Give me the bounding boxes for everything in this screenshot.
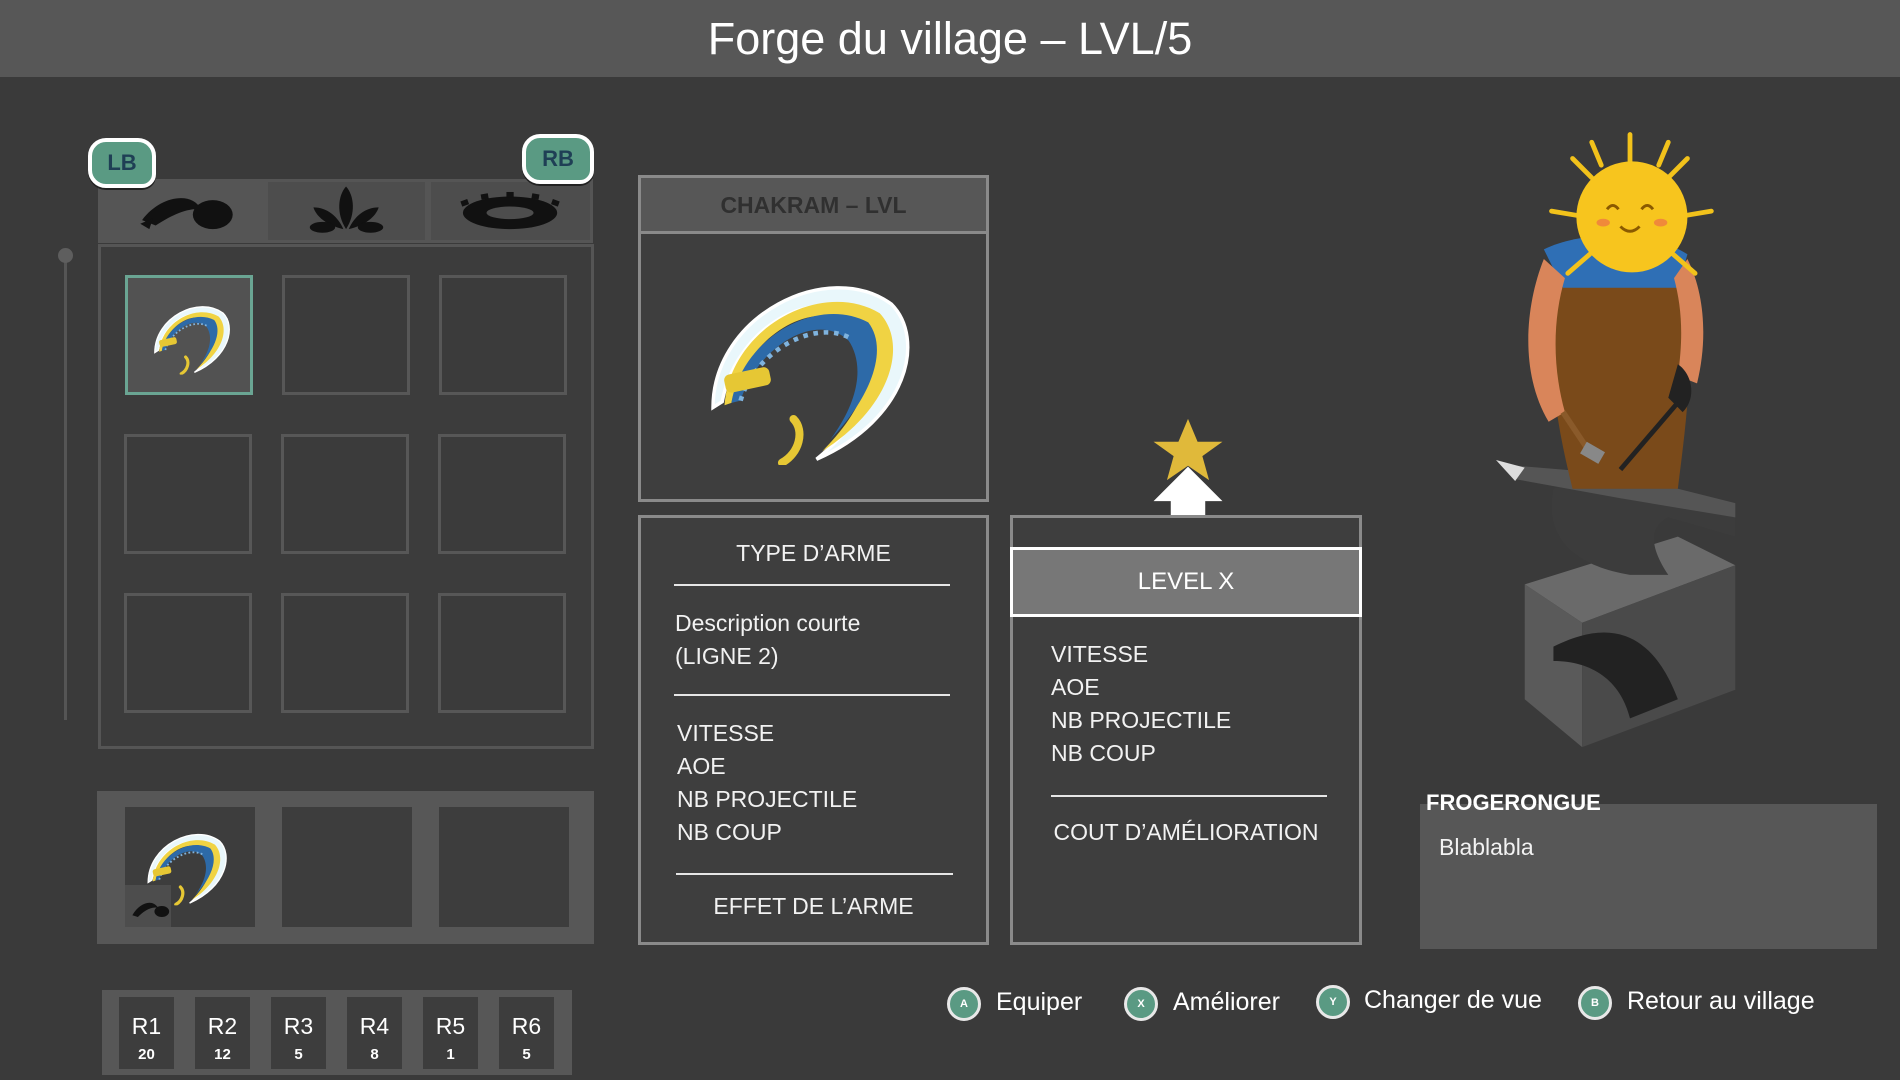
rune-label: R1 [131, 1013, 162, 1039]
upgrade-action-label[interactable]: Améliorer [1173, 988, 1280, 1017]
rb-shoulder-button[interactable]: RB [522, 134, 594, 184]
upgrade-stat-aoe: AOE [1051, 674, 1100, 700]
lb-shoulder-button[interactable]: LB [88, 138, 156, 188]
blacksmith-npc-portrait [1496, 132, 1736, 748]
rune-label: R6 [511, 1013, 542, 1039]
tab-plants[interactable] [265, 179, 428, 243]
change-view-action-label[interactable]: Changer de vue [1364, 986, 1542, 1015]
upgrade-stat-projectiles: NB PROJECTILE [1051, 707, 1232, 733]
rune-r2: R2 12 [195, 997, 250, 1069]
dagger-blob-icon [140, 198, 233, 230]
equipped-slot-weapon[interactable] [125, 807, 255, 927]
rune-label: R4 [359, 1013, 390, 1039]
upgrade-stat-speed: VITESSE [1051, 641, 1149, 667]
divider [1051, 795, 1327, 797]
page-title: Forge du village – LVL/5 [707, 13, 1193, 64]
upgrade-level-label: LEVEL X [1010, 547, 1362, 617]
inventory-scrollbar[interactable] [64, 256, 67, 720]
inventory-slot[interactable] [124, 593, 252, 713]
rune-count: 5 [294, 1046, 303, 1063]
inventory-slot[interactable] [282, 275, 410, 395]
divider [676, 873, 953, 875]
equip-action-label[interactable]: Equiper [996, 988, 1082, 1017]
rune-count: 20 [138, 1046, 155, 1063]
weapon-stat-speed: VITESSE [677, 720, 775, 746]
inventory-slot[interactable] [439, 275, 567, 395]
dagger-blob-icon [125, 885, 171, 927]
npc-dialogue-box [1420, 804, 1877, 949]
weapon-title: CHAKRAM – LVL [641, 178, 986, 234]
inventory-slot[interactable] [124, 434, 252, 554]
tab-weapons[interactable] [98, 179, 265, 243]
x-button-icon[interactable]: X [1124, 987, 1158, 1021]
rune-count: 1 [446, 1046, 455, 1063]
rune-count: 12 [214, 1046, 231, 1063]
return-village-action-label[interactable]: Retour au village [1627, 987, 1815, 1016]
rune-count: 8 [370, 1046, 379, 1063]
inventory-slot[interactable] [438, 434, 566, 554]
equipped-slot[interactable] [439, 807, 569, 927]
rune-r4: R4 8 [347, 997, 402, 1069]
inventory-slot[interactable] [438, 593, 566, 713]
weapon-effect: EFFET DE L’ARME [713, 893, 914, 919]
rune-label: R3 [283, 1013, 314, 1039]
a-button-icon[interactable]: A [947, 987, 981, 1021]
gear-ring-icon [460, 191, 560, 230]
b-button-icon[interactable]: B [1578, 986, 1612, 1020]
divider [674, 694, 950, 696]
upgrade-cost: COUT D’AMÉLIORATION [1053, 819, 1319, 845]
equipped-slot[interactable] [282, 807, 412, 927]
rune-r3: R3 5 [271, 997, 326, 1069]
weapon-stat-aoe: AOE [677, 753, 726, 779]
tab-gear[interactable] [428, 179, 593, 243]
rune-label: R2 [207, 1013, 238, 1039]
rune-label: R5 [435, 1013, 466, 1039]
rune-r1: R1 20 [119, 997, 174, 1069]
rune-r5: R5 1 [423, 997, 478, 1069]
weapon-desc-line1: Description courte [675, 610, 861, 636]
weapon-type: TYPE D’ARME [736, 540, 891, 566]
inventory-slot-chakram[interactable] [125, 275, 253, 395]
rune-count: 5 [522, 1046, 531, 1063]
npc-name: FROGERONGUE [1426, 790, 1601, 815]
inventory-slot[interactable] [281, 434, 409, 554]
inventory-slot[interactable] [281, 593, 409, 713]
header-bar: Forge du village – LVL/5 [0, 0, 1900, 77]
y-button-icon[interactable]: Y [1316, 985, 1350, 1019]
scrollbar-handle[interactable] [58, 248, 73, 263]
weapon-stat-projectiles: NB PROJECTILE [677, 786, 858, 812]
npc-dialogue-text: Blablabla [1439, 834, 1534, 860]
weapon-desc-line2: (LIGNE 2) [675, 643, 779, 669]
divider [674, 584, 950, 586]
chakram-preview-image [690, 258, 920, 465]
weapon-stat-hits: NB COUP [677, 819, 782, 845]
rune-r6: R6 5 [499, 997, 554, 1069]
chakram-icon [146, 294, 234, 376]
plant-sprout-icon [309, 186, 384, 233]
upgrade-stat-hits: NB COUP [1051, 740, 1156, 766]
